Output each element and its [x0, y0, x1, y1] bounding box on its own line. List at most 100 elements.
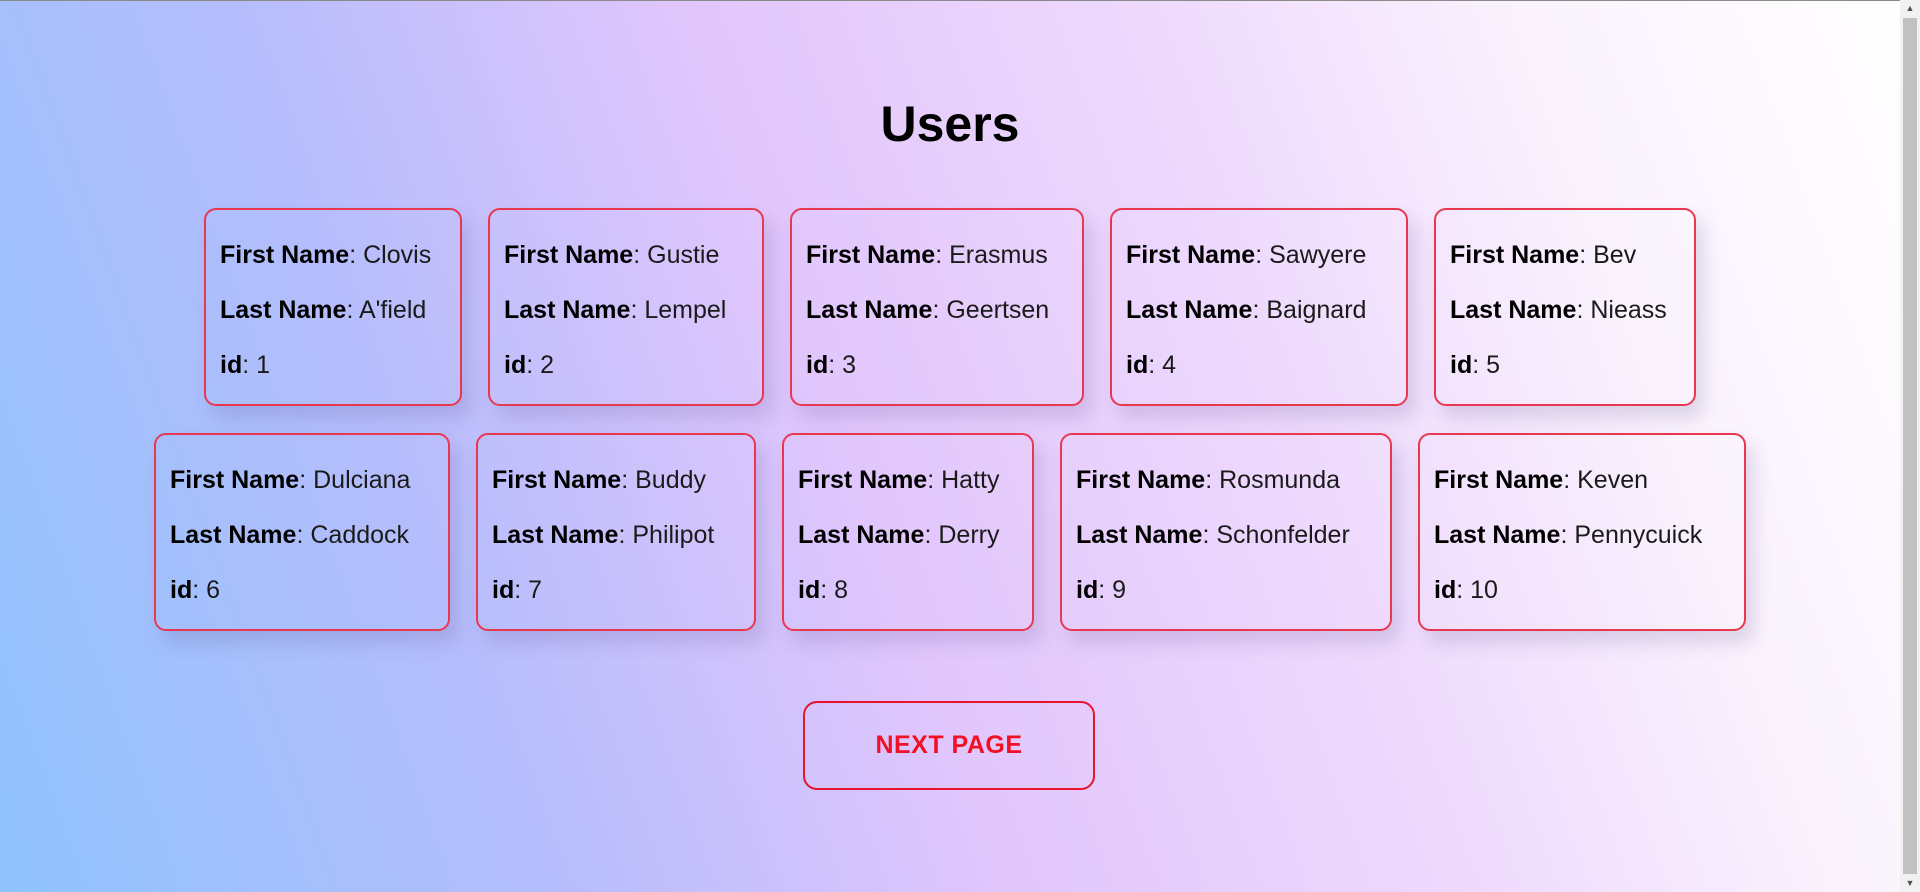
last-name-value: Schonfelder — [1216, 521, 1350, 549]
last-name-value: Geertsen — [946, 296, 1050, 324]
first-name-line: First Name: Erasmus — [806, 228, 1068, 283]
id-value: 7 — [528, 576, 543, 604]
id-value: 8 — [834, 576, 849, 604]
last-name-line: Last Name: Schonfelder — [1076, 508, 1376, 563]
id-value: 2 — [540, 351, 555, 379]
last-name-line: Last Name: Geertsen — [806, 283, 1068, 338]
id-line: id: 2 — [504, 338, 748, 393]
separator: : — [621, 466, 636, 494]
last-name-label: Last Name — [1126, 296, 1253, 324]
user-card-row-1: First Name: Clovis Last Name: A'field id… — [0, 208, 1900, 406]
last-name-value: Caddock — [310, 521, 410, 549]
first-name-label: First Name — [1126, 241, 1256, 269]
separator: : — [1255, 241, 1270, 269]
last-name-label: Last Name — [798, 521, 925, 549]
id-label: id — [1126, 351, 1149, 379]
id-line: id: 9 — [1076, 563, 1376, 618]
separator: : — [346, 296, 359, 324]
separator: : — [924, 521, 939, 549]
separator: : — [296, 521, 311, 549]
last-name-label: Last Name — [806, 296, 933, 324]
first-name-label: First Name — [1434, 466, 1564, 494]
first-name-value: Hatty — [941, 466, 1000, 494]
first-name-line: First Name: Keven — [1434, 453, 1730, 508]
user-card-row-2: First Name: Dulciana Last Name: Caddock … — [0, 433, 1900, 631]
first-name-value: Keven — [1577, 466, 1649, 494]
scroll-down-arrow-icon[interactable]: ▼ — [1900, 875, 1920, 892]
user-card: First Name: Rosmunda Last Name: Schonfel… — [1060, 433, 1392, 631]
separator: : — [932, 296, 947, 324]
last-name-line: Last Name: Caddock — [170, 508, 434, 563]
last-name-label: Last Name — [504, 296, 631, 324]
separator: : — [1456, 576, 1471, 604]
first-name-label: First Name — [798, 466, 928, 494]
last-name-value: Pennycuick — [1574, 521, 1703, 549]
separator: : — [299, 466, 314, 494]
first-name-line: First Name: Rosmunda — [1076, 453, 1376, 508]
id-line: id: 4 — [1126, 338, 1392, 393]
last-name-line: Last Name: Philipot — [492, 508, 740, 563]
separator: : — [1148, 351, 1163, 379]
separator: : — [630, 296, 645, 324]
last-name-line: Last Name: Pennycuick — [1434, 508, 1730, 563]
id-line: id: 7 — [492, 563, 740, 618]
last-name-line: Last Name: Nieass — [1450, 283, 1680, 338]
id-value: 4 — [1162, 351, 1177, 379]
id-line: id: 10 — [1434, 563, 1730, 618]
scroll-up-arrow-icon[interactable]: ▲ — [1900, 0, 1920, 17]
last-name-value: A'field — [358, 296, 427, 324]
user-card: First Name: Buddy Last Name: Philipot id… — [476, 433, 756, 631]
first-name-value: Sawyere — [1269, 241, 1367, 269]
last-name-label: Last Name — [1450, 296, 1577, 324]
separator: : — [526, 351, 541, 379]
separator: : — [1560, 521, 1575, 549]
last-name-line: Last Name: Baignard — [1126, 283, 1392, 338]
id-value: 5 — [1486, 351, 1501, 379]
separator: : — [820, 576, 835, 604]
last-name-label: Last Name — [170, 521, 297, 549]
first-name-line: First Name: Buddy — [492, 453, 740, 508]
user-card: First Name: Sawyere Last Name: Baignard … — [1110, 208, 1408, 406]
id-line: id: 1 — [220, 338, 446, 393]
first-name-label: First Name — [170, 466, 300, 494]
last-name-line: Last Name: Derry — [798, 508, 1018, 563]
last-name-label: Last Name — [492, 521, 619, 549]
window-top-border — [0, 0, 1900, 1]
vertical-scrollbar[interactable]: ▲ ▼ — [1900, 0, 1920, 892]
first-name-value: Gustie — [647, 241, 720, 269]
first-name-line: First Name: Dulciana — [170, 453, 434, 508]
first-name-value: Erasmus — [949, 241, 1048, 269]
separator: : — [349, 241, 364, 269]
last-name-value: Philipot — [632, 521, 715, 549]
first-name-value: Clovis — [363, 241, 432, 269]
separator: : — [1576, 296, 1591, 324]
id-value: 1 — [256, 351, 271, 379]
first-name-value: Rosmunda — [1219, 466, 1341, 494]
separator: : — [1252, 296, 1267, 324]
separator: : — [242, 351, 257, 379]
scrollbar-thumb[interactable] — [1903, 18, 1917, 874]
first-name-value: Bev — [1593, 241, 1637, 269]
id-value: 6 — [206, 576, 221, 604]
first-name-label: First Name — [1450, 241, 1580, 269]
id-label: id — [1450, 351, 1473, 379]
id-label: id — [1076, 576, 1099, 604]
separator: : — [618, 521, 633, 549]
first-name-line: First Name: Bev — [1450, 228, 1680, 283]
last-name-line: Last Name: Lempel — [504, 283, 748, 338]
user-card: First Name: Erasmus Last Name: Geertsen … — [790, 208, 1084, 406]
separator: : — [1098, 576, 1113, 604]
id-label: id — [170, 576, 193, 604]
separator: : — [1579, 241, 1594, 269]
separator: : — [1563, 466, 1578, 494]
id-line: id: 6 — [170, 563, 434, 618]
first-name-line: First Name: Gustie — [504, 228, 748, 283]
separator: : — [1202, 521, 1217, 549]
separator: : — [927, 466, 942, 494]
id-value: 3 — [842, 351, 857, 379]
page-title: Users — [880, 96, 1020, 152]
separator: : — [192, 576, 207, 604]
next-page-button[interactable]: NEXT PAGE — [803, 701, 1095, 790]
id-label: id — [806, 351, 829, 379]
id-line: id: 3 — [806, 338, 1068, 393]
